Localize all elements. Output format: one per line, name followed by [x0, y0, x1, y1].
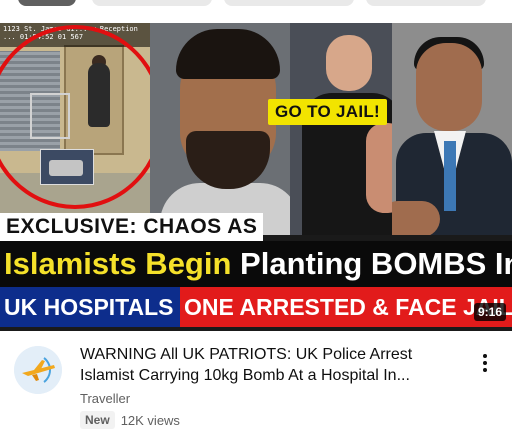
filter-chip[interactable] [92, 0, 212, 6]
video-duration-badge: 9:16 [473, 303, 506, 321]
new-badge: New [80, 411, 115, 429]
channel-avatar[interactable] [14, 346, 62, 394]
headline-blue-band: UK HOSPITALS - [0, 287, 188, 327]
more-vert-icon[interactable] [474, 348, 496, 378]
filter-chip[interactable] [366, 0, 486, 6]
headline-yellow-text: Islamists Begin [4, 246, 232, 281]
headline-red-band: ONE ARRESTED & FACE JAIL [180, 287, 512, 327]
headline-white-text: Planting BOMBS In [240, 246, 512, 281]
airplane-logo-icon [14, 346, 62, 394]
video-title-line-2: Islamist Carrying 10kg Bomb At a Hospita… [80, 367, 410, 384]
politician-image [392, 23, 512, 235]
video-title[interactable]: WARNING All UK PATRIOTS: UK Police Arres… [80, 344, 460, 386]
headline-line-2: Islamists Begin Planting BOMBS In [0, 241, 512, 287]
video-stats: New 12K views [80, 411, 180, 429]
view-count: 12K views [120, 412, 180, 428]
video-title-line-1: WARNING All UK PATRIOTS: UK Police Arres… [80, 346, 413, 363]
channel-name[interactable]: Traveller [80, 391, 130, 406]
filter-chip[interactable] [224, 0, 354, 6]
filter-chip[interactable] [18, 0, 76, 6]
video-meta-row: WARNING All UK PATRIOTS: UK Police Arres… [0, 340, 512, 435]
speech-bubble: GO TO JAIL! [268, 99, 387, 125]
headline-line-1: EXCLUSIVE: CHAOS AS [0, 213, 264, 241]
filter-chip-strip [0, 0, 512, 22]
video-thumbnail[interactable]: 1123 St. James Gi... w Reception ... 01:… [0, 23, 512, 331]
suspect-portrait-image [150, 23, 310, 235]
headline-line-3: UK HOSPITALS - ONE ARRESTED & FACE JAIL [0, 287, 512, 327]
